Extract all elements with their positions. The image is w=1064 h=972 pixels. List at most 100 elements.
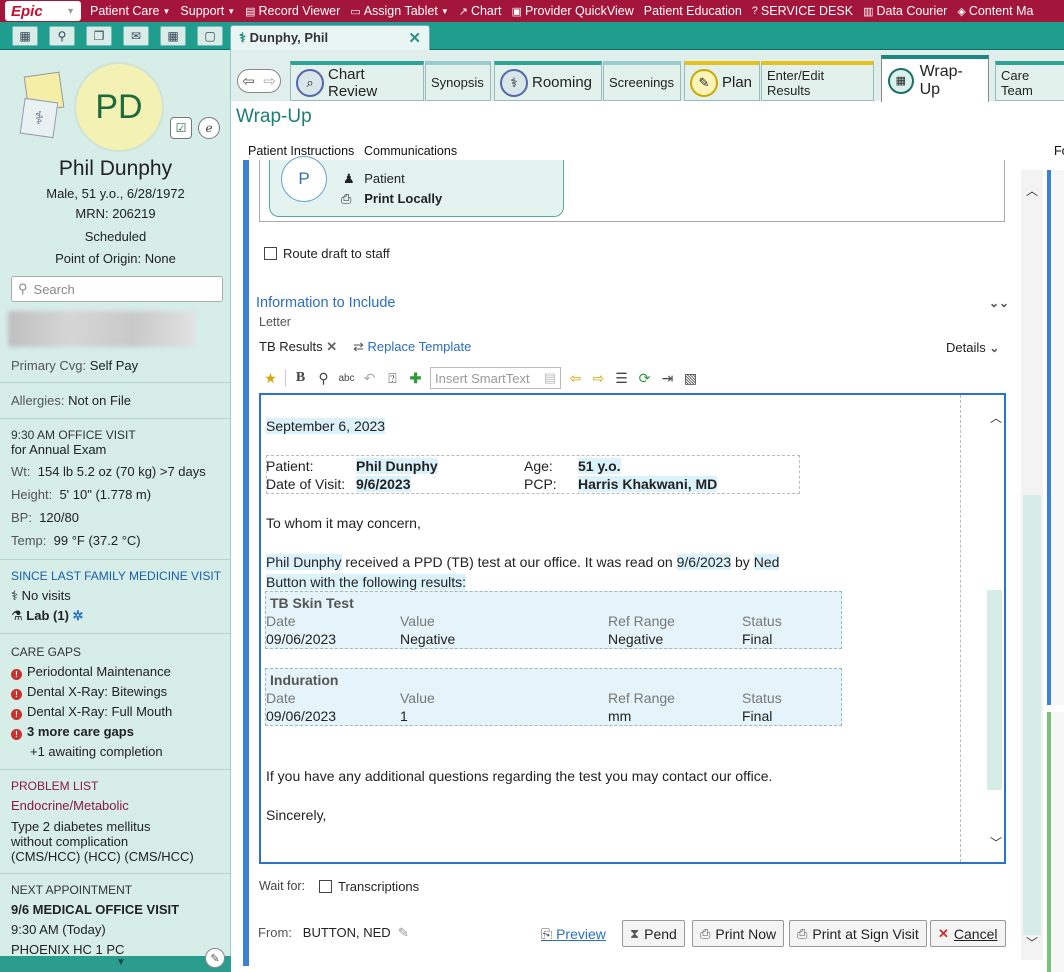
patient-workspace-tab[interactable]: ⚕ Dunphy, Phil ✕ — [230, 25, 430, 50]
topbar-content-management[interactable]: ◈ Content Ma — [952, 4, 1038, 18]
care-gap-item[interactable]: ! Periodontal Maintenance — [11, 664, 171, 680]
calendar-icon[interactable]: ▦ — [160, 26, 186, 46]
topbar-record-viewer[interactable]: ▤ Record Viewer — [240, 4, 345, 18]
awaiting-completion: +1 awaiting completion — [30, 744, 163, 759]
age-value: 51 y.o. — [578, 458, 621, 474]
letter-scroll-thumb[interactable] — [987, 590, 1002, 790]
stethoscope-icon[interactable]: ⚕ — [19, 97, 59, 139]
tab-plan[interactable]: ✎ Plan — [684, 61, 760, 101]
chat-icon[interactable]: ▢ — [197, 26, 223, 46]
route-draft-checkbox[interactable]: Route draft to staff — [264, 246, 390, 261]
topbar-support[interactable]: Support ▼ — [175, 4, 240, 18]
problem-list-header[interactable]: PROBLEM LIST — [11, 779, 98, 793]
tab-enter-edit-results[interactable]: Enter/Edit Results — [761, 61, 874, 101]
binoculars-icon[interactable]: ⚲ — [49, 26, 75, 46]
allergies[interactable]: Allergies: Not on File — [11, 393, 131, 408]
history-nav[interactable]: ⇦ ⇨ — [237, 69, 281, 93]
close-icon[interactable]: ✕ — [408, 29, 421, 47]
topbar-patient-care[interactable]: Patient Care ▼ — [85, 4, 175, 18]
scroll-down-icon[interactable]: ﹀ — [985, 832, 1007, 852]
topbar-chart[interactable]: ↗ Chart — [454, 4, 507, 18]
patient-tab-label: Dunphy, Phil — [249, 30, 329, 45]
epic-menu-button[interactable]: Epic ▼ — [5, 1, 81, 21]
preview-link[interactable]: ⎘ Preview — [541, 926, 606, 943]
checkbox[interactable] — [264, 247, 277, 260]
problem-line[interactable]: (CMS/HCC) (HCC) (CMS/HCC) — [11, 849, 194, 864]
checklist-icon[interactable]: ☑ — [170, 117, 192, 139]
vital-temp: Temp: 99 °F (37.2 °C) — [11, 533, 141, 548]
edit-pencil-icon[interactable]: ✎ — [398, 925, 409, 940]
dashboard-icon[interactable]: ▦ — [12, 26, 38, 46]
next-appt-location: PHOENIX HC 1 PC — [11, 942, 125, 957]
epic-toolbar: Epic ▼ Patient Care ▼ Support ▼ ▤ Record Vie… — [0, 0, 1064, 22]
next-appt-title[interactable]: 9/6 MEDICAL OFFICE VISIT — [11, 902, 179, 917]
scroll-down-icon[interactable]: ﹀ — [1021, 932, 1043, 952]
vital-weight: Wt: 154 lb 5.2 oz (70 kg) >7 days — [11, 464, 206, 479]
sidebar-search-input[interactable]: ⚲ Search — [11, 276, 223, 302]
add-icon[interactable]: ✚ — [407, 370, 424, 387]
checkbox[interactable] — [319, 880, 332, 893]
tab-rooming[interactable]: ⚕ Rooming — [494, 61, 602, 101]
problem-line[interactable]: without complication — [11, 834, 128, 849]
details-toggle[interactable]: Details ⌄ — [946, 340, 999, 355]
image-icon[interactable]: ▧ — [682, 370, 699, 387]
favorite-star-icon[interactable]: ★ — [262, 370, 279, 387]
care-gap-item[interactable]: ! Dental X-Ray: Full Mouth — [11, 704, 172, 720]
chart-review-icon: ⌕ — [296, 68, 324, 97]
cancel-button[interactable]: ✕ Cancel — [930, 920, 1006, 947]
smartlink-help-icon[interactable]: ⍰ — [384, 370, 401, 387]
forward-arrow-icon[interactable]: ⇨ — [263, 72, 276, 90]
refresh-icon[interactable]: ⟳ — [636, 370, 653, 387]
scroll-up-icon[interactable]: ︿ — [985, 407, 1007, 427]
replace-template-link[interactable]: ⇄ Replace Template — [353, 339, 471, 355]
collapse-chevron-icon[interactable]: ⌄⌄ — [989, 296, 1009, 310]
bold-icon[interactable]: B — [292, 370, 309, 386]
topbar-data-courier[interactable]: ▥ Data Courier — [858, 4, 952, 18]
pend-button[interactable]: ⧗ Pend — [622, 920, 685, 947]
lab-results-link[interactable]: ⚗ Lab (1) ✲ — [11, 608, 83, 624]
print-now-button[interactable]: ⎙ Print Now — [692, 920, 785, 947]
import-icon[interactable]: ⇥ — [659, 370, 676, 387]
transcriptions-checkbox[interactable]: Transcriptions — [319, 879, 419, 894]
wrap-up-icon: ▦ — [888, 67, 914, 94]
insert-smarttext-field[interactable]: Insert SmartText ▤ — [430, 367, 561, 389]
back-arrow-icon[interactable]: ⇦ — [242, 72, 255, 90]
pencil-icon[interactable]: ✎ — [205, 948, 225, 968]
tab-chart-review[interactable]: ⌕ Chart Review — [290, 61, 424, 101]
scroll-up-icon[interactable]: ︿ — [1021, 180, 1043, 200]
spellcheck-icon[interactable]: abc — [338, 373, 355, 384]
topbar-service-desk[interactable]: ? SERVICE DESK — [747, 4, 858, 18]
next-field-icon[interactable]: ⇨ — [590, 370, 607, 387]
windows-icon[interactable]: ❐ — [86, 26, 112, 46]
topbar-patient-education[interactable]: Patient Education — [639, 4, 747, 18]
care-gap-item[interactable]: ! Dental X-Ray: Bitewings — [11, 684, 167, 700]
point-of-origin: Point of Origin: None — [55, 251, 176, 266]
subtab-communications[interactable]: Communications — [364, 144, 457, 158]
inbox-icon[interactable]: ✉ — [123, 26, 149, 46]
sidebar-scroll-bar[interactable]: ▼ — [0, 956, 231, 972]
problem-line[interactable]: Type 2 diabetes mellitus — [11, 819, 150, 834]
since-last-visit-header[interactable]: SINCE LAST FAMILY MEDICINE VISIT — [11, 569, 221, 583]
topbar-assign-tablet[interactable]: ▭ Assign Tablet ▼ — [345, 4, 453, 18]
find-icon[interactable]: ⚲ — [315, 370, 332, 387]
more-care-gaps-link[interactable]: ! 3 more care gaps — [11, 724, 134, 740]
primary-coverage: Primary Cvg: Self Pay — [11, 358, 139, 373]
main-scroll-thumb[interactable] — [1023, 495, 1041, 935]
undo-icon[interactable]: ↶ — [361, 370, 378, 387]
table-header: Ref Range — [608, 690, 675, 706]
topbar-provider-quickview[interactable]: ▣ Provider QuickView — [507, 4, 639, 18]
remove-template-icon[interactable]: ✕ — [326, 339, 337, 354]
letter-editor[interactable]: September 6, 2023 Patient: Phil Dunphy A… — [259, 393, 1006, 864]
tab-synopsis[interactable]: Synopsis — [425, 61, 491, 101]
field-list-icon[interactable]: ☰ — [613, 370, 630, 387]
patient-avatar[interactable]: PD — [74, 62, 164, 152]
previous-field-icon[interactable]: ⇦ — [567, 370, 584, 387]
info-to-include-header[interactable]: Information to Include — [256, 295, 395, 311]
tab-care-team[interactable]: Care Team — [995, 61, 1064, 101]
print-at-sign-visit-button[interactable]: ⎙ Print at Sign Visit — [789, 920, 927, 947]
epic-e-icon[interactable]: ℯ — [198, 117, 220, 139]
tab-screenings[interactable]: Screenings — [603, 61, 681, 101]
preview-icon: ⎘ — [541, 926, 553, 942]
tab-wrap-up[interactable]: ▦ Wrap-Up — [881, 55, 989, 102]
induration-table: Induration Date Value Ref Range Status 0… — [265, 668, 842, 726]
